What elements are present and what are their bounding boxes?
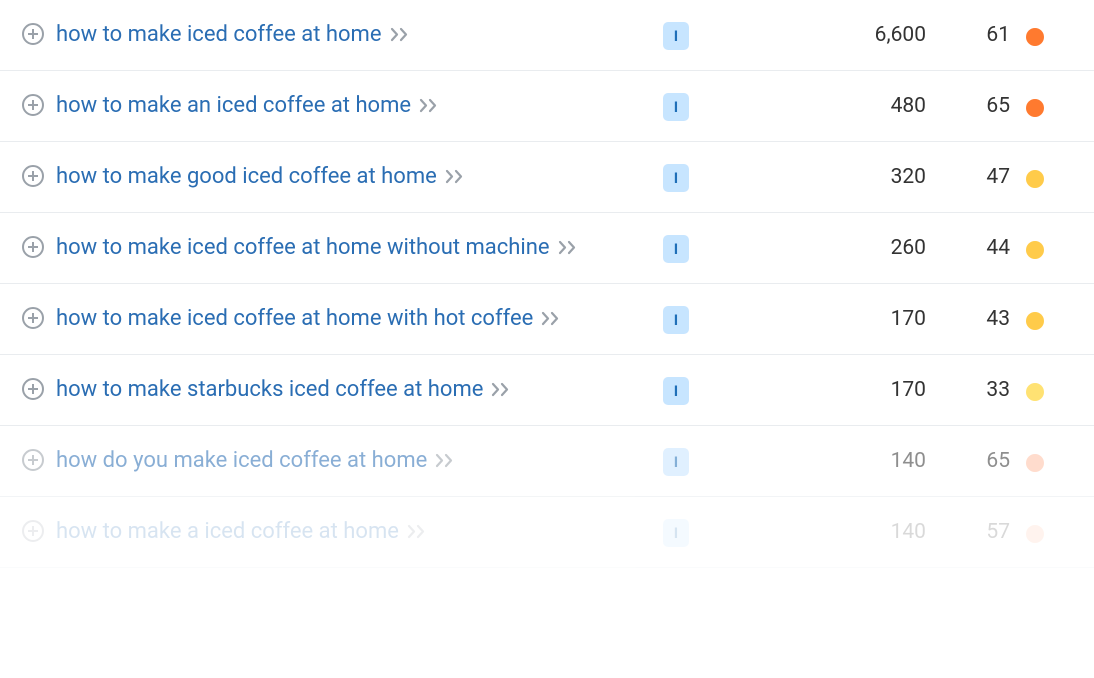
keyword-link[interactable]: how to make iced coffee at home without … <box>56 235 550 260</box>
expand-button[interactable] <box>22 94 44 116</box>
difficulty-dot-icon <box>1026 28 1044 46</box>
keyword-difficulty: 65 <box>936 91 1016 118</box>
intent-badge: I <box>663 164 689 192</box>
keyword-row: how to make iced coffee at home I 6,60061 <box>0 0 1094 71</box>
keyword-difficulty: 33 <box>936 375 1016 402</box>
difficulty-dot-icon <box>1026 454 1044 472</box>
difficulty-dot-icon <box>1026 312 1044 330</box>
chevrons-right-icon[interactable] <box>435 453 457 472</box>
chevrons-right-icon[interactable] <box>390 27 412 46</box>
intent-badge: I <box>663 377 689 405</box>
keyword-link[interactable]: how to make starbucks iced coffee at hom… <box>56 377 483 402</box>
keyword-row: how to make good iced coffee at home I 32… <box>0 142 1094 213</box>
search-volume: 170 <box>706 375 936 402</box>
expand-button[interactable] <box>22 378 44 400</box>
expand-button[interactable] <box>22 236 44 258</box>
intent-badge: I <box>663 22 689 50</box>
search-volume: 140 <box>706 446 936 473</box>
search-volume: 140 <box>706 517 936 544</box>
chevrons-right-icon[interactable] <box>419 98 441 117</box>
difficulty-dot-icon <box>1026 383 1044 401</box>
keyword-row: how to make starbucks iced coffee at hom… <box>0 355 1094 426</box>
difficulty-dot-icon <box>1026 99 1044 117</box>
search-volume: 6,600 <box>706 20 936 47</box>
keyword-row: how do you make iced coffee at home I 140… <box>0 426 1094 497</box>
keyword-difficulty: 65 <box>936 446 1016 473</box>
search-volume: 320 <box>706 162 936 189</box>
expand-button[interactable] <box>22 307 44 329</box>
keyword-link[interactable]: how to make an iced coffee at home <box>56 93 411 118</box>
keyword-row: how to make an iced coffee at home I 4806… <box>0 71 1094 142</box>
keyword-link[interactable]: how to make iced coffee at home <box>56 22 382 47</box>
keyword-table: how to make iced coffee at home I 6,60061… <box>0 0 1094 568</box>
keyword-difficulty: 47 <box>936 162 1016 189</box>
intent-badge: I <box>663 448 689 476</box>
chevrons-right-icon[interactable] <box>541 311 563 330</box>
expand-button[interactable] <box>22 23 44 45</box>
intent-badge: I <box>663 519 689 547</box>
keyword-link[interactable]: how to make a iced coffee at home <box>56 519 399 544</box>
keyword-difficulty: 61 <box>936 20 1016 47</box>
difficulty-dot-icon <box>1026 241 1044 259</box>
intent-badge: I <box>663 93 689 121</box>
expand-button[interactable] <box>22 165 44 187</box>
chevrons-right-icon[interactable] <box>407 524 429 543</box>
chevrons-right-icon[interactable] <box>445 169 467 188</box>
expand-button[interactable] <box>22 449 44 471</box>
keyword-link[interactable]: how to make iced coffee at home with hot… <box>56 306 533 331</box>
keyword-row: how to make iced coffee at home without … <box>0 213 1094 284</box>
search-volume: 170 <box>706 304 936 331</box>
expand-button[interactable] <box>22 520 44 542</box>
keyword-difficulty: 43 <box>936 304 1016 331</box>
keyword-difficulty: 44 <box>936 233 1016 260</box>
intent-badge: I <box>663 306 689 334</box>
chevrons-right-icon[interactable] <box>491 382 513 401</box>
difficulty-dot-icon <box>1026 170 1044 188</box>
intent-badge: I <box>663 235 689 263</box>
keyword-link[interactable]: how to make good iced coffee at home <box>56 164 437 189</box>
keyword-row: how to make iced coffee at home with hot… <box>0 284 1094 355</box>
keyword-row: how to make a iced coffee at home I 14057 <box>0 497 1094 568</box>
keyword-link[interactable]: how do you make iced coffee at home <box>56 448 427 473</box>
keyword-difficulty: 57 <box>936 517 1016 544</box>
difficulty-dot-icon <box>1026 525 1044 543</box>
search-volume: 480 <box>706 91 936 118</box>
search-volume: 260 <box>706 233 936 260</box>
chevrons-right-icon[interactable] <box>558 240 580 259</box>
